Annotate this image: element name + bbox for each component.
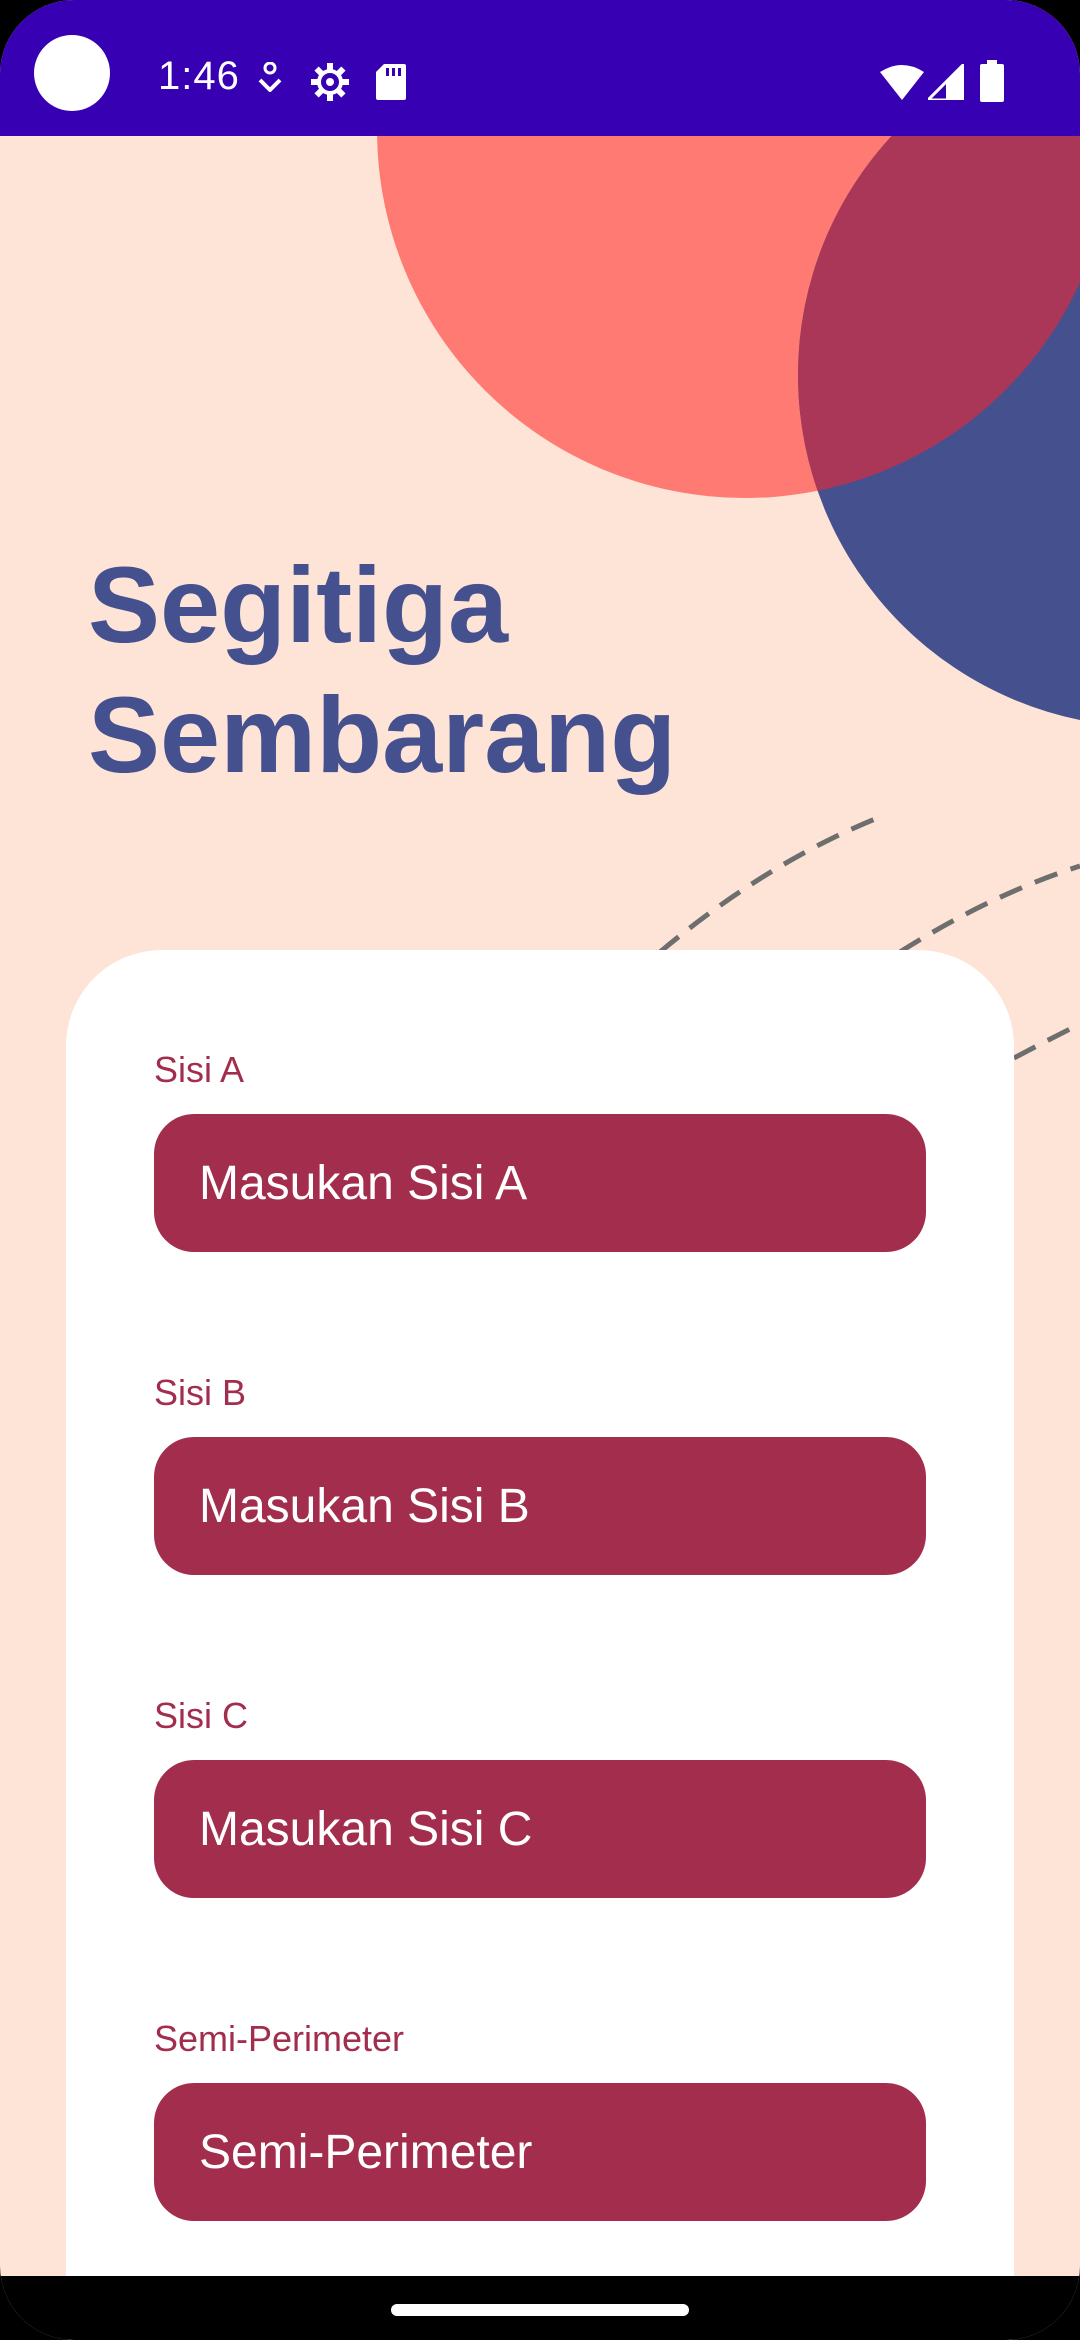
phone-screen: 1:46 Segitiga Sembarang Sisi A Masukan S… — [0, 0, 1080, 2340]
dashed-arc — [898, 863, 1080, 955]
sisi-a-input[interactable] — [154, 1114, 926, 1252]
sd-card-icon — [376, 64, 406, 100]
dashed-arc — [658, 812, 886, 954]
semi-perimeter-field[interactable] — [154, 2083, 926, 2221]
sisi-b-input[interactable] — [154, 1437, 926, 1575]
camera-cutout — [34, 35, 110, 111]
navigation-bar — [0, 2276, 1080, 2340]
sisi-b-label: Sisi B — [154, 1372, 247, 1413]
home-gesture-handle[interactable] — [391, 2304, 689, 2316]
settings-gear-icon — [311, 63, 349, 101]
page-title: Segitiga Sembarang — [88, 540, 676, 800]
status-time: 1:46 — [158, 54, 240, 98]
sisi-c-input[interactable] — [154, 1760, 926, 1898]
wifi-icon — [880, 65, 924, 100]
sisi-a-label: Sisi A — [154, 1049, 245, 1090]
semi-perimeter-label: Semi-Perimeter — [154, 2018, 405, 2059]
status-bar: 1:46 — [0, 0, 1080, 136]
cell-signal-icon — [928, 64, 964, 100]
form-card: Sisi A Sisi B Sisi C Semi-Perimeter — [66, 950, 1014, 2340]
navigation-icon — [258, 62, 282, 92]
title-line-1: Segitiga — [88, 544, 509, 665]
title-line-2: Sembarang — [88, 674, 677, 795]
battery-icon — [980, 60, 1004, 102]
sisi-c-label: Sisi C — [154, 1695, 249, 1736]
dashed-arc — [1012, 1021, 1080, 1061]
